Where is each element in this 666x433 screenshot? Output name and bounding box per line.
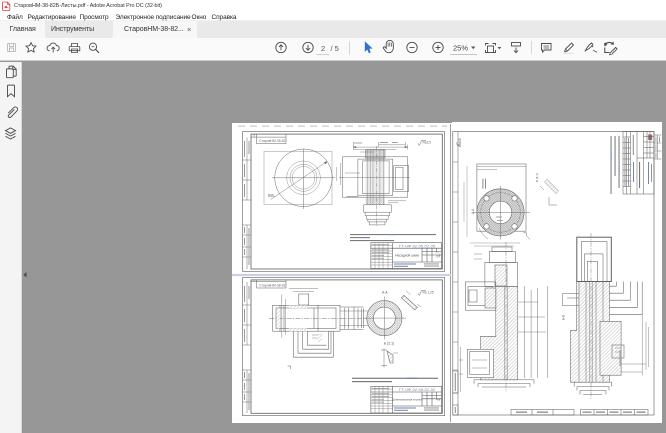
svg-text:ЧФ: ЧФ (436, 254, 441, 258)
svg-text:Ra2,5: Ra2,5 (423, 141, 432, 145)
svg-text:/ 5: / 5 (331, 44, 339, 53)
svg-text:СтаровНМ-38-82: СтаровНМ-38-82 (259, 284, 286, 288)
svg-text:Б-Б: Б-Б (561, 315, 565, 320)
svg-text:25%: 25% (453, 44, 468, 53)
svg-text:ЧФ: ЧФ (436, 398, 441, 402)
svg-text:А-А: А-А (382, 291, 388, 295)
svg-text:СтаровНМ-38-82: СтаровНМ-38-82 (259, 139, 286, 143)
svg-text:Ra 1,25: Ra 1,25 (423, 291, 434, 295)
svg-text:2: 2 (321, 44, 325, 53)
svg-text:ГТ-ЧФ 02.06.01.05: ГТ-ЧФ 02.06.01.05 (399, 244, 436, 248)
svg-text:Б (4:1): Б (4:1) (535, 173, 539, 182)
svg-text:Ø48: Ø48 (268, 193, 274, 197)
svg-text:ГТ-ЧФ 02.06.01.02: ГТ-ЧФ 02.06.01.02 (399, 388, 436, 392)
svg-text:Ra10: Ra10 (458, 138, 462, 146)
svg-text:Длинномерная втулка: Длинномерная втулка (392, 397, 422, 401)
svg-text:Насадной шкив: Насадной шкив (395, 254, 419, 258)
svg-text:Б (2:1): Б (2:1) (384, 342, 394, 346)
svg-text:А-А: А-А (471, 208, 475, 214)
